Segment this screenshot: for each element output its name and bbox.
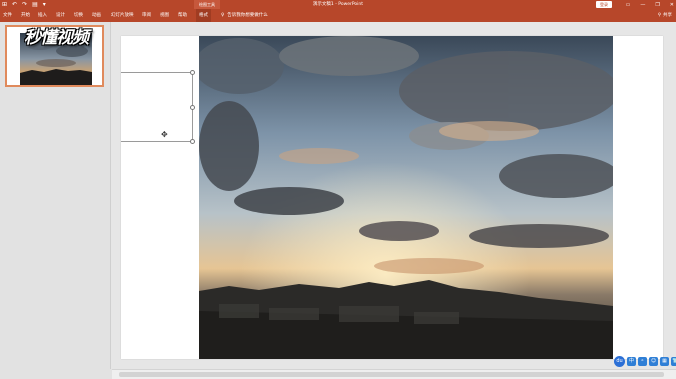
title-bar: ⊞ ↶ ↷ ▤ ▾ 演示文稿1 - PowerPoint 绘图工具 登录 ▭ —… <box>0 0 676 9</box>
resize-handle-right[interactable] <box>190 105 195 110</box>
drawing-tools-context-label: 绘图工具 <box>194 0 220 9</box>
scrollbar-thumb[interactable] <box>119 372 664 377</box>
document-title: 演示文稿1 - PowerPoint <box>312 2 364 7</box>
minimize-icon[interactable]: — <box>640 2 645 8</box>
sunset-sky-photo[interactable] <box>199 36 613 359</box>
resize-handle-bottom-right[interactable] <box>190 139 195 144</box>
tab-insert[interactable]: 插入 <box>38 9 47 22</box>
keyboard-icon[interactable]: ▦ <box>660 356 669 366</box>
baidu-input-icon[interactable]: du <box>614 355 625 367</box>
tab-animations[interactable]: 动画 <box>92 9 101 22</box>
move-cursor-icon: ✥ <box>161 130 168 139</box>
ribbon-display-options-icon[interactable]: ▭ <box>626 2 631 8</box>
tab-home[interactable]: 开始 <box>21 9 30 22</box>
watermark-logo: 秒懂视频 <box>24 28 89 48</box>
resize-handle-top-right[interactable] <box>190 70 195 75</box>
powerpoint-window: ⊞ ↶ ↷ ▤ ▾ 演示文稿1 - PowerPoint 绘图工具 登录 ▭ —… <box>0 0 676 379</box>
tab-view[interactable]: 视图 <box>160 9 169 22</box>
person-icon: ⚲ <box>657 13 661 18</box>
tell-me-box[interactable]: ♀ 告诉我你想要做什么 <box>221 9 268 22</box>
tell-me-text: 告诉我你想要做什么 <box>227 13 268 18</box>
tab-transitions[interactable]: 切换 <box>74 9 83 22</box>
slide-editing-area: ✥ <box>112 22 676 369</box>
tab-file[interactable]: 文件 <box>3 9 12 22</box>
share-button[interactable]: ⚲ 共享 <box>658 9 672 22</box>
tab-slideshow[interactable]: 幻灯片放映 <box>111 9 134 22</box>
ime-chinese-icon[interactable]: 中 <box>627 356 636 366</box>
slide-canvas[interactable]: ✥ <box>121 36 663 359</box>
selected-shape[interactable] <box>121 70 195 144</box>
ribbon-tabs: 文件 开始 插入 设计 切换 动画 幻灯片放映 审阅 视图 帮助 格式 ♀ 告诉… <box>0 9 676 22</box>
ime-punctuation-icon[interactable]: ⚬ <box>638 356 647 366</box>
skin-icon[interactable]: 👕 <box>671 356 676 366</box>
status-bar-left <box>0 369 112 379</box>
restore-icon[interactable]: ❐ <box>655 2 659 8</box>
lightbulb-icon: ♀ <box>221 13 225 18</box>
close-icon[interactable]: ✕ <box>670 2 674 8</box>
system-tray: du 中 ⚬ ☺ ▦ 👕 <box>614 355 676 367</box>
emoji-icon[interactable]: ☺ <box>649 356 658 366</box>
tab-review[interactable]: 审阅 <box>142 9 151 22</box>
share-label: 共享 <box>663 13 672 18</box>
tab-design[interactable]: 设计 <box>56 9 65 22</box>
login-button[interactable]: 登录 <box>596 1 612 8</box>
tab-format[interactable]: 格式 <box>196 9 211 22</box>
slide-thumbnail-pane: 1 <box>0 22 111 369</box>
window-controls: ▭ — ❐ ✕ <box>626 0 674 9</box>
horizontal-scrollbar[interactable] <box>112 369 676 379</box>
tab-help[interactable]: 帮助 <box>178 9 187 22</box>
